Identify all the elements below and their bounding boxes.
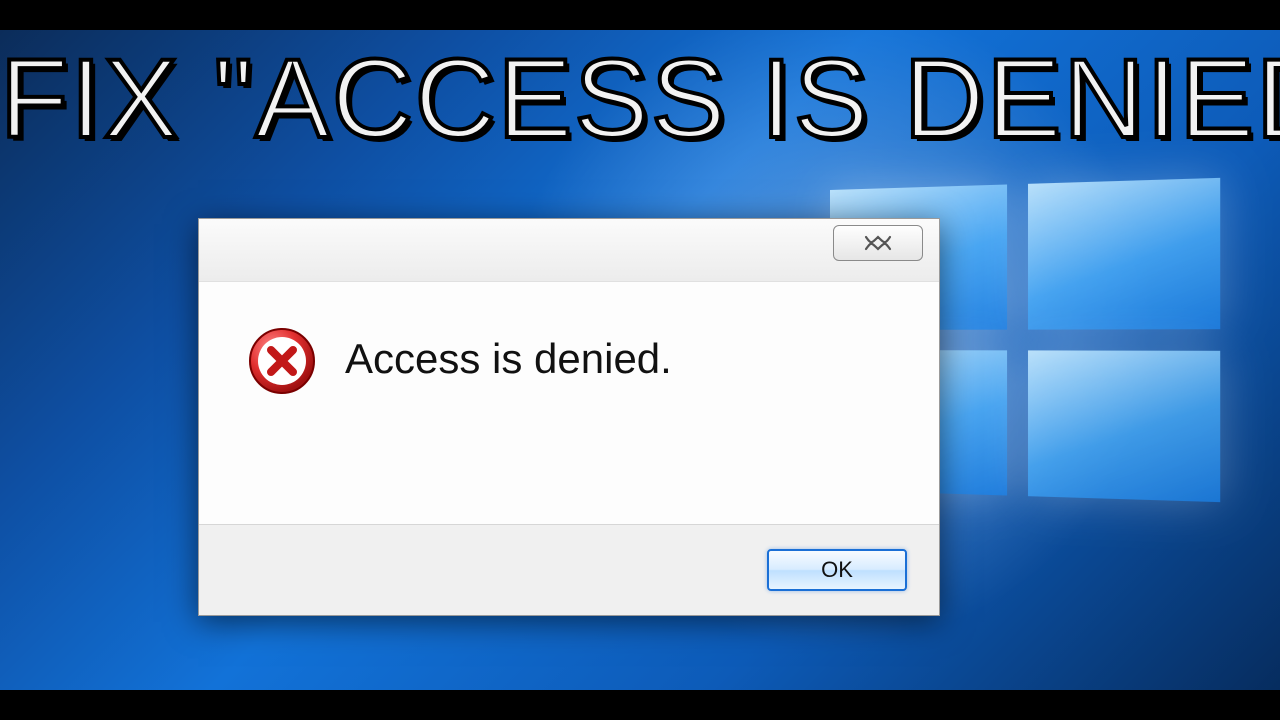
close-button[interactable] [833,225,923,261]
windows-logo-pane [1028,178,1220,330]
desktop-background: FIX "ACCESS IS DENIED" [0,0,1280,720]
error-message: Access is denied. [345,336,672,382]
error-dialog: Access is denied. OK [198,218,940,616]
dialog-titlebar[interactable] [199,219,939,282]
close-icon [861,234,895,252]
letterbox-bottom [0,690,1280,720]
headline-text: FIX "ACCESS IS DENIED" [0,34,1280,163]
dialog-footer: OK [199,524,939,615]
letterbox-top [0,0,1280,30]
windows-logo-pane [1028,350,1220,502]
ok-button[interactable]: OK [767,549,907,591]
error-icon [247,326,317,396]
